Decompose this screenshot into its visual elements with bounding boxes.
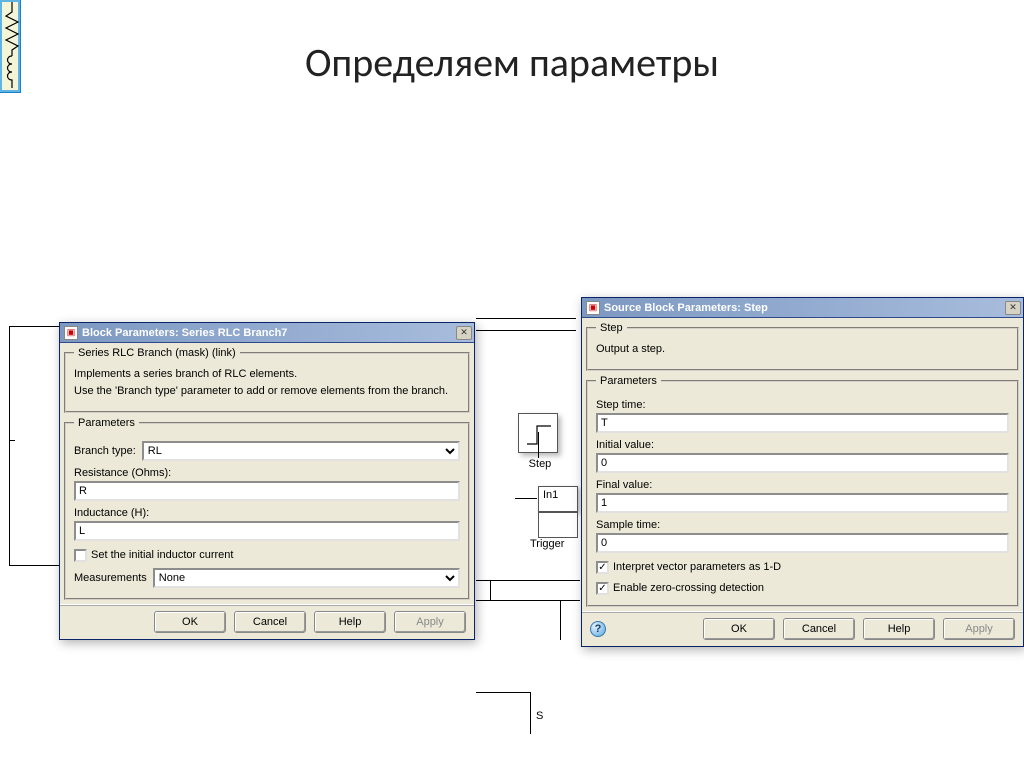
checkbox-unchecked-icon[interactable]	[74, 549, 87, 562]
branch-type-row: Branch type: RL	[74, 441, 460, 461]
group-description: Series RLC Branch (mask) (link) Implemen…	[64, 347, 470, 413]
interpret-vector-row[interactable]: ✓ Interpret vector parameters as 1-D	[596, 561, 1009, 574]
initial-value-row: Initial value:	[596, 439, 1009, 473]
sample-time-row: Sample time:	[596, 519, 1009, 553]
measurements-row: Measurements None	[74, 568, 460, 588]
initial-value-input[interactable]	[596, 453, 1009, 473]
sim-wire	[476, 580, 580, 581]
sim-wire	[560, 600, 561, 640]
sim-trigger-block	[538, 512, 578, 538]
help-button[interactable]: Help	[863, 618, 935, 640]
initial-value-label: Initial value:	[596, 439, 1009, 451]
titlebar[interactable]: ▣ Source Block Parameters: Step ✕	[582, 298, 1023, 318]
interpret-vector-label: Interpret vector parameters as 1-D	[613, 561, 781, 573]
dialog-source-block-parameters: ▣ Source Block Parameters: Step ✕ Step O…	[581, 297, 1024, 647]
apply-button[interactable]: Apply	[943, 618, 1015, 640]
inductance-row: Inductance (H):	[74, 507, 460, 541]
branch-type-select[interactable]: RL	[142, 441, 460, 461]
measurements-label: Measurements	[74, 572, 147, 584]
group-parameters-title: Parameters	[596, 375, 661, 387]
sim-wire	[530, 692, 531, 734]
sim-trigger-label: Trigger	[530, 538, 564, 550]
final-value-input[interactable]	[596, 493, 1009, 513]
sim-step-label: Step	[518, 458, 562, 470]
checkbox-checked-icon[interactable]: ✓	[596, 582, 609, 595]
sim-wire	[476, 600, 580, 601]
inductance-label: Inductance (H):	[74, 507, 460, 519]
cancel-button[interactable]: Cancel	[783, 618, 855, 640]
sim-s-label: S	[536, 710, 543, 722]
help-button[interactable]: Help	[314, 611, 386, 633]
sim-in1-label: In1	[543, 489, 558, 501]
group-description-title: Step	[596, 322, 627, 334]
sim-wire	[490, 580, 491, 600]
sim-wire	[9, 565, 59, 566]
ok-button[interactable]: OK	[703, 618, 775, 640]
dialog-block-parameters: ▣ Block Parameters: Series RLC Branch7 ✕…	[59, 322, 475, 640]
cancel-button[interactable]: Cancel	[234, 611, 306, 633]
close-icon[interactable]: ✕	[456, 326, 472, 340]
group-parameters: Parameters Step time: Initial value: Fin…	[586, 375, 1019, 607]
button-bar: OK Cancel Help Apply	[60, 604, 474, 639]
zero-crossing-label: Enable zero-crossing detection	[613, 582, 764, 594]
sim-wire	[9, 326, 10, 566]
description-line: Implements a series branch of RLC elemen…	[74, 367, 460, 382]
sim-rlc-block	[0, 0, 20, 92]
app-icon: ▣	[64, 326, 78, 340]
sim-wire	[476, 318, 576, 319]
sim-wire	[515, 498, 537, 499]
group-parameters-title: Parameters	[74, 417, 139, 429]
zero-crossing-row[interactable]: ✓ Enable zero-crossing detection	[596, 582, 1009, 595]
group-description: Step Output a step.	[586, 322, 1019, 371]
final-value-label: Final value:	[596, 479, 1009, 491]
titlebar-title: Source Block Parameters: Step	[604, 302, 1005, 314]
description-line: Output a step.	[596, 342, 1009, 357]
app-icon: ▣	[586, 301, 600, 315]
group-parameters: Parameters Branch type: RL Resistance (O…	[64, 417, 470, 600]
sample-time-input[interactable]	[596, 533, 1009, 553]
sim-wire	[476, 692, 531, 693]
resistance-label: Resistance (Ohms):	[74, 467, 460, 479]
branch-type-label: Branch type:	[74, 445, 136, 457]
titlebar-title: Block Parameters: Series RLC Branch7	[82, 327, 456, 339]
checkbox-checked-icon[interactable]: ✓	[596, 561, 609, 574]
close-icon[interactable]: ✕	[1005, 301, 1021, 315]
titlebar[interactable]: ▣ Block Parameters: Series RLC Branch7 ✕	[60, 323, 474, 343]
inductance-input[interactable]	[74, 521, 460, 541]
help-icon[interactable]: ?	[590, 621, 606, 637]
step-time-row: Step time:	[596, 399, 1009, 433]
initial-inductor-label: Set the initial inductor current	[91, 549, 233, 561]
resistance-row: Resistance (Ohms):	[74, 467, 460, 501]
sim-wire	[476, 330, 576, 331]
step-time-label: Step time:	[596, 399, 1009, 411]
apply-button[interactable]: Apply	[394, 611, 466, 633]
final-value-row: Final value:	[596, 479, 1009, 513]
sim-wire	[538, 432, 539, 458]
sim-wire	[9, 326, 59, 327]
initial-inductor-row[interactable]: Set the initial inductor current	[74, 549, 460, 562]
button-bar: ? OK Cancel Help Apply	[582, 611, 1023, 646]
group-description-title: Series RLC Branch (mask) (link)	[74, 347, 240, 359]
resistance-input[interactable]	[74, 481, 460, 501]
sample-time-label: Sample time:	[596, 519, 1009, 531]
step-time-input[interactable]	[596, 413, 1009, 433]
measurements-select[interactable]: None	[153, 568, 460, 588]
ok-button[interactable]: OK	[154, 611, 226, 633]
description-line: Use the 'Branch type' parameter to add o…	[74, 384, 460, 399]
